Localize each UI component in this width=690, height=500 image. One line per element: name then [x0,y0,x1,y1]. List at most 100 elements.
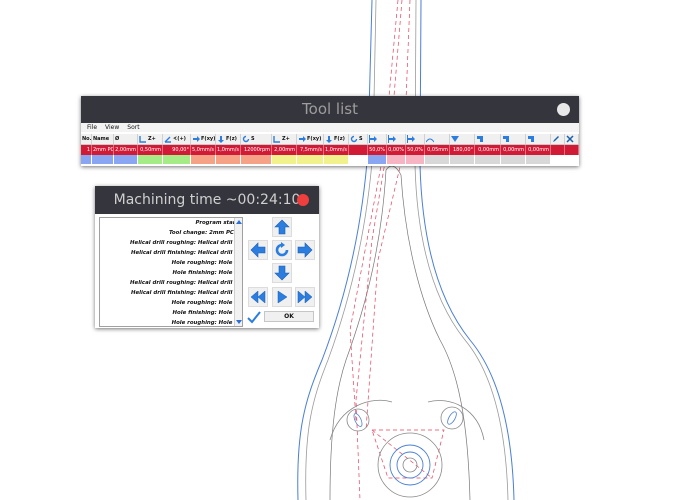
column-header-8[interactable]: Z+ [272,134,297,144]
column-header-3[interactable]: Z+ [138,134,163,144]
column-header-2[interactable]: Ø [114,134,138,144]
column-header-16[interactable] [450,134,475,144]
column-header-6[interactable]: F(z) [216,134,241,144]
list-item[interactable]: Program start [100,218,242,228]
tool-tip-icon [451,136,459,142]
list-item[interactable]: Hole roughing: Hole 4 [100,258,242,268]
scroll-down-icon[interactable] [236,320,242,324]
fast-forward-button[interactable] [295,287,315,307]
column-header-19[interactable] [526,134,551,144]
table-cell-19[interactable]: 0,00mm [526,145,551,155]
menu-sort[interactable]: Sort [127,124,139,131]
list-item[interactable]: Hole roughing: Hole 1 [100,318,242,326]
table-cell-20[interactable] [551,145,565,155]
column-header-15[interactable] [425,134,450,144]
rotate-icon [275,242,289,257]
table-cell-5[interactable]: 5,0mm/s [191,145,216,155]
column-header-1[interactable]: Name [92,134,114,144]
table-cell-14[interactable]: 50,0% [406,145,425,155]
slot-contour-left [329,169,387,500]
corner-icon [477,136,483,142]
table-cell-13[interactable]: 0,00% [387,145,406,155]
operation-list[interactable]: Program start Tool change: 2mm PCB Helical… [99,217,243,327]
z-plus-icon [273,136,280,143]
table-cell-8[interactable]: 2,00mm [272,145,297,155]
angle-icon [164,136,171,143]
table-cell-2[interactable]: 2,00mm [114,145,138,155]
scroll-up-icon[interactable] [236,220,242,224]
table-cell-18[interactable]: 0,00mm [501,145,526,155]
machining-time-window: Machining time ~00:24:10 Program start To… [95,186,319,328]
table-cell-1[interactable]: 2mm PCB [92,145,114,155]
feed-xy-icon [299,136,306,142]
tool-list-titlebar[interactable]: Tool list [81,96,579,123]
move-right-button[interactable] [295,240,315,260]
column-header-7[interactable]: S [241,134,272,144]
list-item[interactable]: Hole finishing: Hole 4 [100,268,242,278]
list-item[interactable]: Hole roughing: Hole 2 [100,298,242,308]
slot-end [385,165,402,176]
table-cell-0[interactable]: 1 [81,145,92,155]
hub-outer [377,432,443,498]
column-header-10[interactable]: F(z) [324,134,349,144]
color-swatch-11 [349,155,368,164]
tool-table-header: No. Name Ø Z+ ∢(+) F(xy) F(z) S Z+ F(xy) F(z) S [81,134,579,145]
table-cell-21[interactable] [565,145,579,155]
list-item[interactable]: Helical drill roughing: Helical drill 4 [100,238,242,248]
column-header-21[interactable] [565,134,579,144]
table-cell-3[interactable]: 0,50mm [138,145,163,155]
ok-button[interactable]: OK [264,311,314,322]
table-cell-11[interactable] [349,145,368,155]
column-header-4[interactable]: ∢(+) [163,134,191,144]
color-swatch-14 [406,155,425,164]
table-cell-7[interactable]: 12000rpm [241,145,272,155]
list-item[interactable]: Hole finishing: Hole 2 [100,308,242,318]
column-header-11[interactable]: S [349,134,368,144]
list-item[interactable]: Helical drill finishing: Helical drill 3 [100,288,242,298]
table-cell-10[interactable]: 1,0mm/s [324,145,349,155]
column-header-13[interactable] [387,134,406,144]
tool-list-close-button[interactable] [557,103,570,116]
list-item[interactable]: Helical drill finishing: Helical drill 4 [100,248,242,258]
machining-close-button[interactable] [297,194,309,206]
column-header-12[interactable] [368,134,387,144]
play-button[interactable] [272,287,292,307]
table-cell-9[interactable]: 7,5mm/s [297,145,324,155]
column-header-label: F(xy) [201,136,216,142]
play-icon [277,290,288,304]
step-icon [369,135,377,143]
table-cell-17[interactable]: 0,00mm [475,145,501,155]
move-up-button[interactable] [272,217,292,237]
column-header-5[interactable]: F(xy) [191,134,216,144]
table-cell-12[interactable]: 50,0% [368,145,387,155]
machining-titlebar[interactable]: Machining time ~00:24:10 [95,186,319,214]
column-header-0[interactable]: No. [81,134,92,144]
table-cell-6[interactable]: 1,0mm/s [216,145,241,155]
table-cell-16[interactable]: 180,00° [450,145,475,155]
scrollbar[interactable] [234,218,242,326]
list-item[interactable]: Tool change: 2mm PCB [100,228,242,238]
column-header-18[interactable] [501,134,526,144]
table-cell-15[interactable]: 0,05mm [425,145,450,155]
rewind-button[interactable] [248,287,268,307]
rewind-icon [250,290,266,304]
color-swatch-17 [475,155,501,164]
column-header-label: F(xy) [307,136,322,142]
color-swatch-0 [81,155,92,164]
menu-file[interactable]: File [87,124,97,131]
move-left-button[interactable] [248,240,268,260]
column-header-17[interactable] [475,134,501,144]
column-header-9[interactable]: F(xy) [297,134,324,144]
list-item[interactable]: Helical drill roughing: Helical drill 3 [100,278,242,288]
column-header-20[interactable] [551,134,565,144]
toolpath-1 [355,0,403,500]
move-down-button[interactable] [272,263,292,283]
rotate-button[interactable] [272,240,292,260]
color-swatch-3 [138,155,163,164]
table-row[interactable]: 12mm PCB2,00mm0,50mm90,00°5,0mm/s1,0mm/s… [81,145,579,155]
column-header-14[interactable] [406,134,425,144]
menu-view[interactable]: View [105,124,119,131]
step-icon [388,135,396,143]
tool-table: No. Name Ø Z+ ∢(+) F(xy) F(z) S Z+ F(xy) F(z) S 1 2m… [81,134,579,164]
table-cell-4[interactable]: 90,00° [163,145,191,155]
